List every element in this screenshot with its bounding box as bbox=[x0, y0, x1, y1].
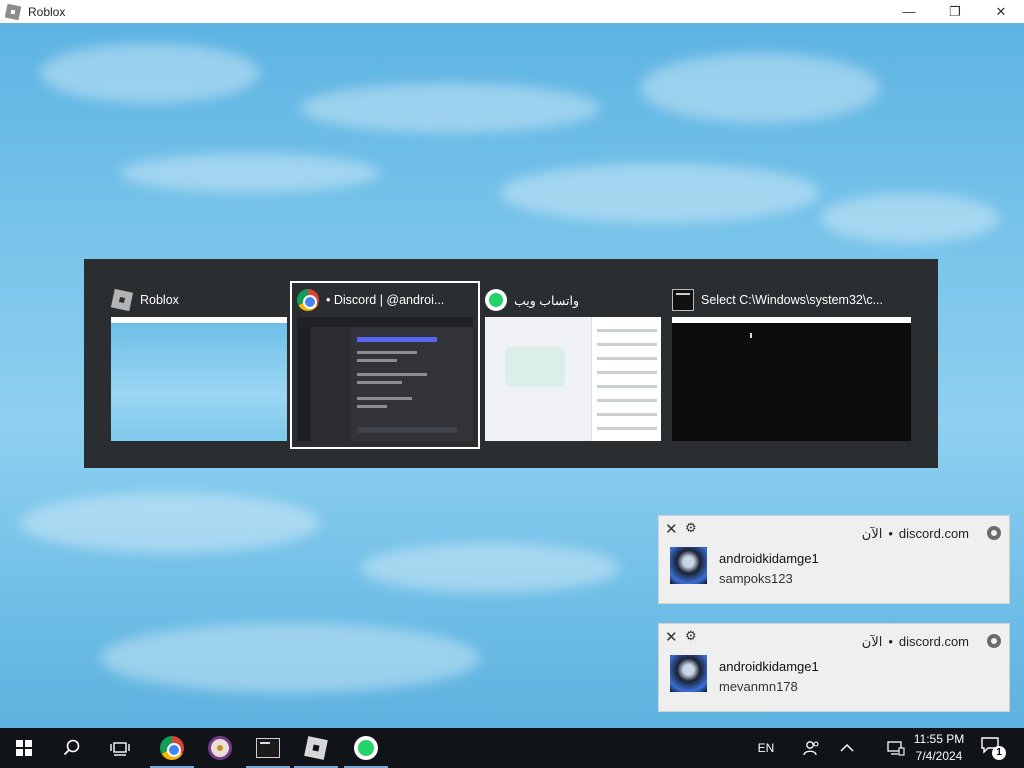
taskbar-chrome[interactable] bbox=[148, 728, 196, 768]
gear-icon[interactable]: ⚙ bbox=[685, 628, 697, 644]
notification-toast[interactable]: ✕ ⚙ الآن • discord.com androidkidamge1 m… bbox=[658, 623, 1010, 712]
minimize-button[interactable]: — bbox=[886, 0, 932, 23]
task-view-icon bbox=[110, 742, 130, 756]
window-thumbnail bbox=[111, 317, 287, 441]
roblox-icon bbox=[4, 3, 22, 20]
notification-title: androidkidamge1 bbox=[719, 659, 819, 674]
notification-toast[interactable]: ✕ ⚙ الآن • discord.com androidkidamge1 s… bbox=[658, 515, 1010, 604]
start-button[interactable] bbox=[0, 728, 48, 768]
notification-source: الآن • discord.com bbox=[861, 526, 969, 541]
switcher-item-label: Select C:\Windows\system32\c... bbox=[701, 293, 884, 307]
restore-button[interactable]: ❐ bbox=[932, 0, 978, 23]
clock-date: 7/4/2024 bbox=[915, 749, 963, 763]
switcher-item-cmd[interactable]: Select C:\Windows\system32\c... bbox=[672, 283, 912, 445]
notification-body: sampoks123 bbox=[719, 571, 793, 586]
window-title-bar[interactable]: Roblox — ❐ ✕ bbox=[0, 0, 1024, 23]
roblox-icon bbox=[110, 288, 134, 312]
notification-count-badge: 1 bbox=[992, 746, 1006, 760]
search-icon bbox=[63, 739, 80, 756]
roblox-icon bbox=[304, 736, 328, 760]
window-thumbnail bbox=[485, 317, 661, 441]
taskbar-roblox[interactable] bbox=[292, 728, 340, 768]
window-title: Roblox bbox=[28, 4, 66, 19]
task-switcher: Roblox • Discord | @androi... واتساب ويب bbox=[84, 259, 938, 468]
gear-icon[interactable]: ⚙ bbox=[685, 520, 697, 536]
close-icon[interactable]: ✕ bbox=[665, 520, 678, 538]
chrome-icon bbox=[987, 526, 1001, 540]
avatar bbox=[670, 655, 707, 692]
close-icon[interactable]: ✕ bbox=[665, 628, 678, 646]
obs-icon bbox=[208, 736, 232, 760]
taskbar: EN 11:55 PM 7/4/2024 1 bbox=[0, 728, 1024, 768]
whatsapp-icon bbox=[354, 736, 378, 760]
language-indicator[interactable]: EN bbox=[750, 728, 782, 768]
switcher-item-label: واتساب ويب bbox=[514, 293, 579, 308]
task-view-button[interactable] bbox=[96, 728, 144, 768]
people-button[interactable] bbox=[796, 728, 826, 768]
switcher-item-whatsapp[interactable]: واتساب ويب bbox=[485, 283, 661, 445]
taskbar-whatsapp[interactable] bbox=[342, 728, 390, 768]
switcher-item-discord[interactable]: • Discord | @androi... bbox=[290, 281, 480, 449]
taskbar-obs[interactable] bbox=[196, 728, 244, 768]
chevron-up-icon bbox=[840, 743, 854, 752]
switcher-item-label: • Discord | @androi... bbox=[326, 293, 445, 307]
action-center-button[interactable]: 1 bbox=[980, 736, 1006, 760]
avatar bbox=[670, 547, 707, 584]
whatsapp-icon bbox=[485, 289, 507, 311]
notification-title: androidkidamge1 bbox=[719, 551, 819, 566]
taskbar-clock[interactable]: 11:55 PM 7/4/2024 bbox=[903, 731, 975, 765]
window-thumbnail bbox=[672, 317, 911, 441]
chrome-icon bbox=[987, 634, 1001, 648]
chrome-icon bbox=[297, 289, 319, 311]
window-controls: — ❐ ✕ bbox=[886, 0, 1024, 23]
search-button[interactable] bbox=[48, 728, 96, 768]
people-icon bbox=[803, 741, 819, 756]
cmd-icon bbox=[256, 738, 280, 758]
close-button[interactable]: ✕ bbox=[978, 0, 1024, 23]
taskbar-cmd[interactable] bbox=[244, 728, 292, 768]
window-thumbnail bbox=[297, 317, 473, 441]
cmd-icon bbox=[672, 289, 694, 311]
switcher-item-roblox[interactable]: Roblox bbox=[110, 283, 287, 445]
notification-source: الآن • discord.com bbox=[861, 634, 969, 649]
windows-icon bbox=[16, 740, 32, 756]
switcher-item-label: Roblox bbox=[140, 293, 179, 307]
show-hidden-icons-button[interactable] bbox=[834, 728, 860, 768]
chrome-icon bbox=[160, 736, 184, 760]
notification-body: mevanmn178 bbox=[719, 679, 798, 694]
clock-time: 11:55 PM bbox=[913, 732, 965, 746]
